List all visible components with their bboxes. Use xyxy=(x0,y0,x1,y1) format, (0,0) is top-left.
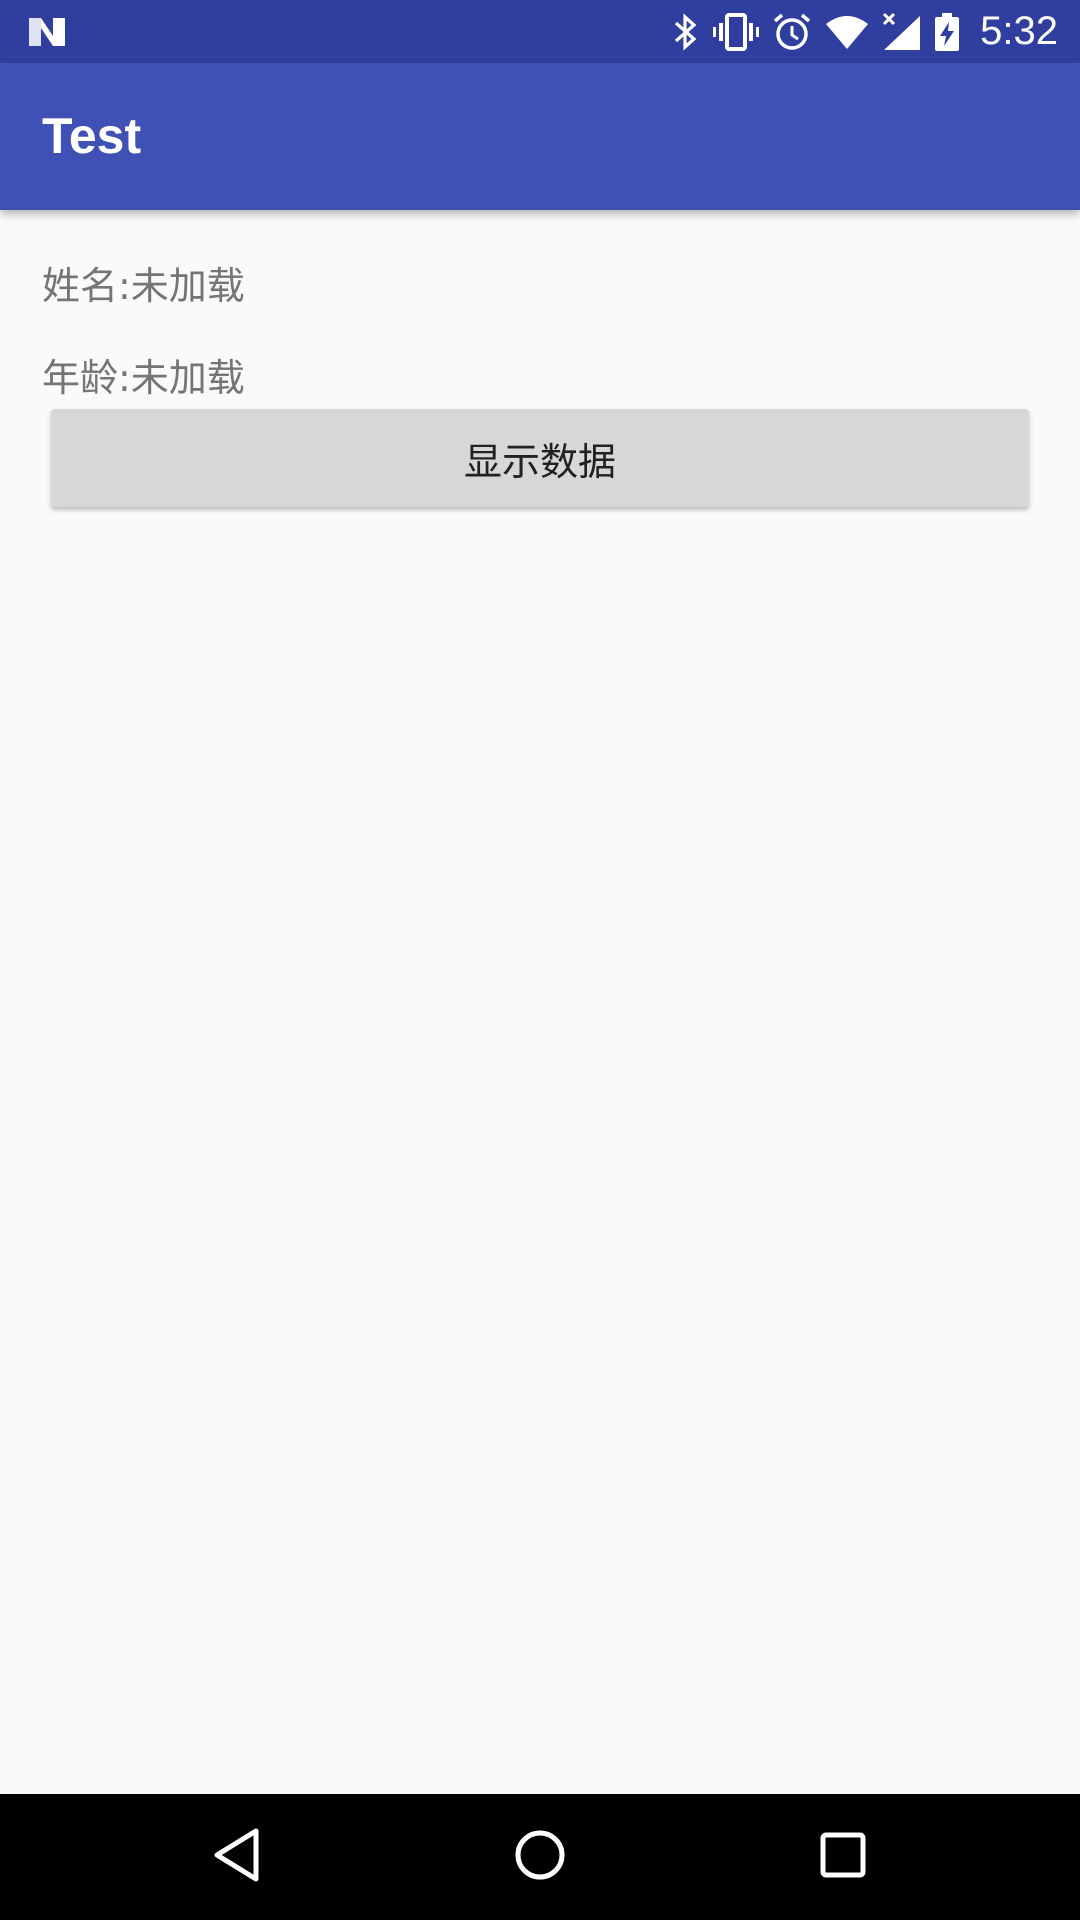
name-text: 姓名:未加载 xyxy=(42,264,245,308)
recents-icon xyxy=(818,1830,868,1884)
main-content: 姓名:未加载 年龄:未加载 显示数据 xyxy=(0,210,1080,1794)
status-clock: 5:32 xyxy=(980,9,1058,53)
app-title: Test xyxy=(42,108,142,164)
recents-button[interactable] xyxy=(803,1817,883,1897)
vibrate-icon xyxy=(712,12,760,52)
back-button[interactable] xyxy=(197,1817,277,1897)
screen: 5:32 Test 姓名:未加载 年龄:未加载 显示数据 xyxy=(0,0,1080,1920)
signal-icon xyxy=(882,12,922,52)
alarm-icon xyxy=(772,12,812,52)
home-button[interactable] xyxy=(500,1817,580,1897)
status-bar: 5:32 xyxy=(0,0,1080,63)
wifi-icon xyxy=(824,12,870,52)
show-data-button[interactable]: 显示数据 xyxy=(51,409,1029,507)
app-bar: Test xyxy=(0,63,1080,210)
home-icon xyxy=(512,1827,568,1887)
battery-charging-icon xyxy=(934,12,960,52)
status-icons: 5:32 xyxy=(660,0,1080,63)
bluetooth-icon xyxy=(672,12,700,52)
n-logo-icon xyxy=(27,14,67,48)
age-text: 年龄:未加载 xyxy=(42,356,245,400)
back-icon xyxy=(212,1827,262,1887)
nav-bar xyxy=(0,1794,1080,1920)
